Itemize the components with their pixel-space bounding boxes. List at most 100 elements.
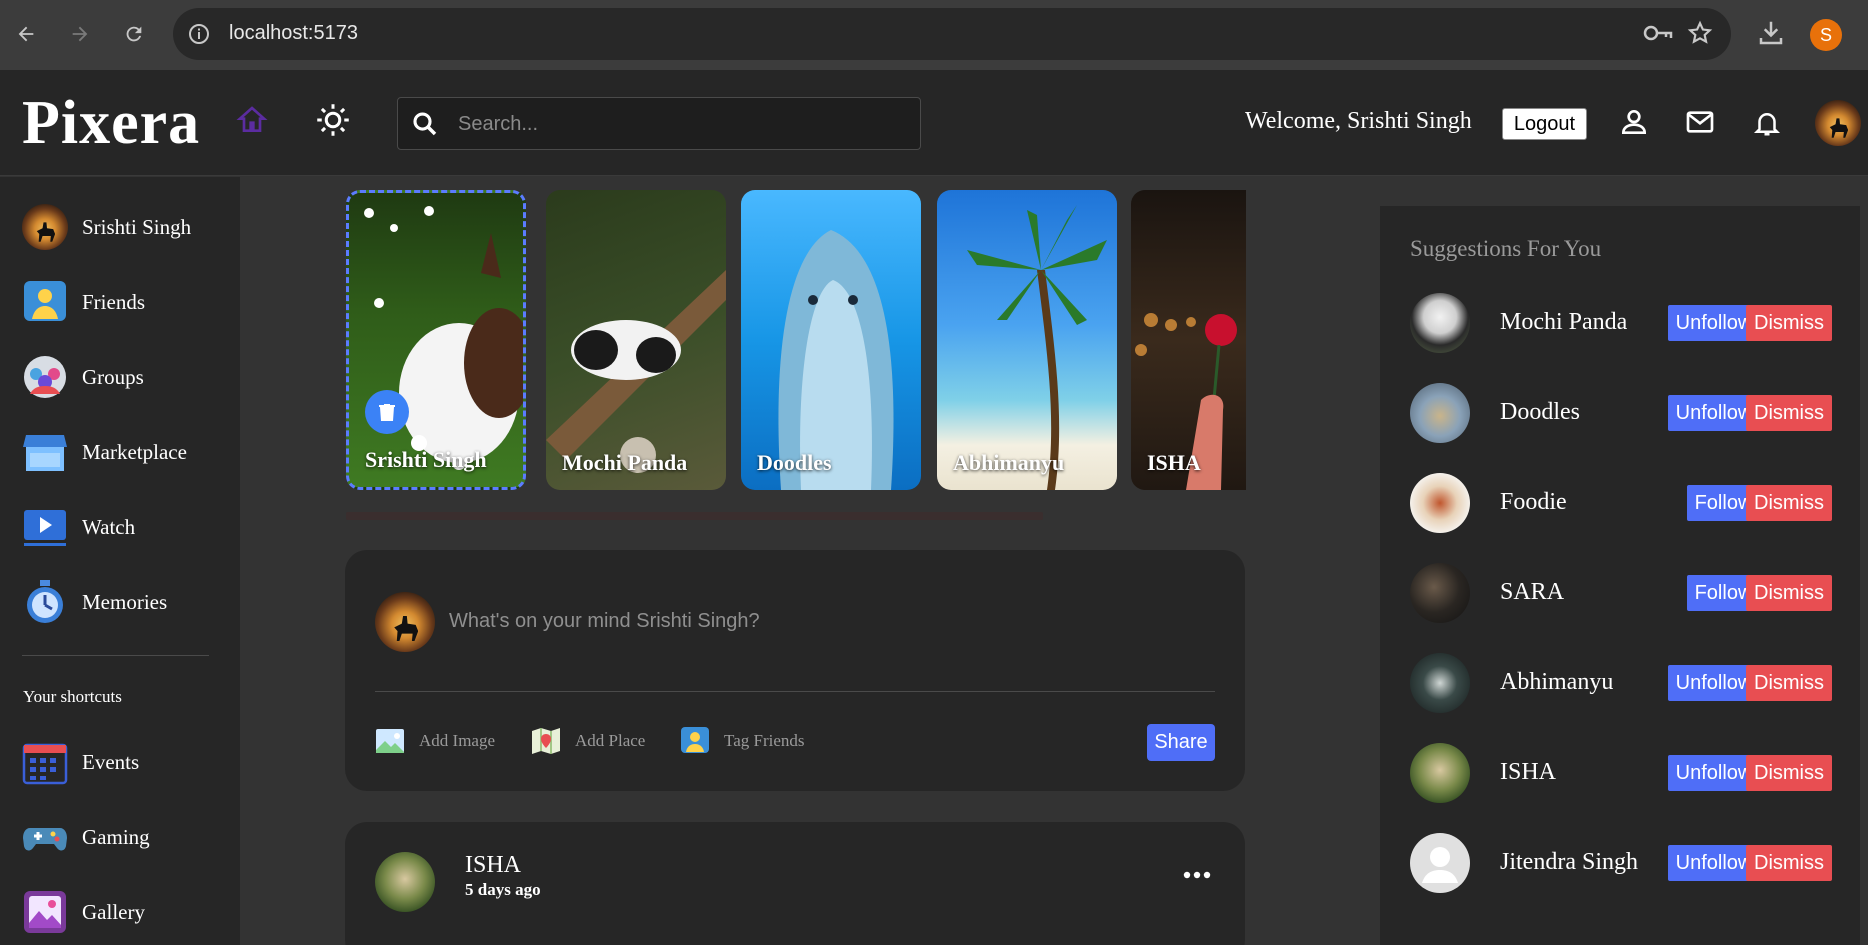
memories-icon xyxy=(27,580,63,623)
sidebar-item-events[interactable]: Events xyxy=(22,738,232,786)
suggestion-row: Mochi Panda Unfollow Dismiss xyxy=(1410,293,1840,355)
dismiss-button[interactable]: Dismiss xyxy=(1746,575,1832,611)
logout-button[interactable]: Logout xyxy=(1502,108,1587,140)
dismiss-button[interactable]: Dismiss xyxy=(1746,755,1832,791)
suggestion-row: Doodles Unfollow Dismiss xyxy=(1410,383,1840,445)
add-image-label: Add Image xyxy=(419,731,496,750)
sidebar-item-friends[interactable]: Friends xyxy=(22,278,232,326)
suggestion-row: Abhimanyu Unfollow Dismiss xyxy=(1410,653,1840,715)
image-icon xyxy=(376,729,404,753)
suggestion-name[interactable]: Abhimanyu xyxy=(1500,669,1613,696)
profile-icon[interactable] xyxy=(1618,106,1650,143)
mail-icon[interactable] xyxy=(1683,106,1717,143)
suggestion-name[interactable]: Doodles xyxy=(1500,399,1580,426)
reload-icon[interactable] xyxy=(117,17,151,51)
left-sidebar: Srishti Singh Friends Groups Marketplace… xyxy=(0,177,240,945)
add-place-button[interactable]: Add Place xyxy=(531,726,645,756)
suggestion-avatar[interactable] xyxy=(1410,563,1470,623)
sidebar-item-gallery[interactable]: Gallery xyxy=(22,888,232,936)
sidebar-divider xyxy=(22,655,209,656)
user-avatar-icon xyxy=(22,204,68,250)
map-icon xyxy=(532,728,560,754)
dismiss-button[interactable]: Dismiss xyxy=(1746,395,1832,431)
suggestion-avatar[interactable] xyxy=(1410,743,1470,803)
url-text[interactable]: localhost:5173 xyxy=(229,22,358,45)
search-input[interactable] xyxy=(458,108,898,140)
story-card[interactable]: Mochi Panda xyxy=(546,190,726,490)
bookmark-star-icon[interactable] xyxy=(1687,20,1713,51)
story-card[interactable]: Abhimanyu xyxy=(937,190,1117,490)
default-avatar-icon[interactable] xyxy=(1410,833,1470,893)
suggestion-avatar[interactable] xyxy=(1410,293,1470,353)
post-author-avatar[interactable] xyxy=(375,852,435,912)
home-icon[interactable] xyxy=(236,104,268,141)
notifications-bell-icon[interactable] xyxy=(1752,106,1782,145)
calendar-icon xyxy=(22,743,68,785)
sidebar-item-marketplace[interactable]: Marketplace xyxy=(22,428,232,476)
story-image xyxy=(967,205,1107,490)
tag-friends-button[interactable]: Tag Friends xyxy=(680,726,805,756)
suggestion-row: Foodie Follow Dismiss xyxy=(1410,473,1840,535)
search-icon[interactable] xyxy=(410,109,440,144)
sidebar-item-label: Marketplace xyxy=(82,439,187,464)
stories-strip: Srishti Singh Mochi Panda Doodles Abhima… xyxy=(346,190,1246,496)
sidebar-item-label: Friends xyxy=(82,289,145,314)
delete-story-icon[interactable] xyxy=(365,390,409,434)
gamepad-icon xyxy=(23,828,67,851)
app-header: Pixera Welcome, Srishti Singh Logout xyxy=(0,70,1868,176)
sidebar-item-label: Memories xyxy=(82,589,168,614)
shortcuts-heading: Your shortcuts xyxy=(23,687,122,706)
story-name: Srishti Singh xyxy=(365,447,487,472)
forward-icon[interactable] xyxy=(63,17,97,51)
post-composer: Add Image Add Place Tag Friends Share xyxy=(345,550,1245,791)
more-options-icon[interactable] xyxy=(1183,867,1211,885)
gallery-icon xyxy=(24,891,66,933)
dismiss-button[interactable]: Dismiss xyxy=(1746,665,1832,701)
sidebar-item-memories[interactable]: Memories xyxy=(22,578,232,626)
dismiss-button[interactable]: Dismiss xyxy=(1746,845,1832,881)
friends-icon xyxy=(24,281,66,321)
suggestion-avatar[interactable] xyxy=(1410,383,1470,443)
share-button[interactable]: Share xyxy=(1147,724,1215,761)
add-image-button[interactable]: Add Image xyxy=(375,726,495,756)
back-icon[interactable] xyxy=(9,17,43,51)
story-card-mine[interactable]: Srishti Singh xyxy=(346,190,526,490)
password-key-icon[interactable] xyxy=(1643,21,1673,50)
search-box xyxy=(397,97,921,150)
post-input[interactable] xyxy=(449,605,1169,637)
app-logo[interactable]: Pixera xyxy=(22,88,200,159)
watch-icon xyxy=(24,510,66,546)
sidebar-item-gaming[interactable]: Gaming xyxy=(22,813,232,861)
story-card[interactable]: ISHA xyxy=(1131,190,1246,490)
suggestion-name[interactable]: SARA xyxy=(1500,579,1564,606)
dismiss-button[interactable]: Dismiss xyxy=(1746,485,1832,521)
suggestion-name[interactable]: Foodie xyxy=(1500,489,1567,516)
site-info-icon[interactable] xyxy=(187,22,211,51)
sidebar-item-groups[interactable]: Groups xyxy=(22,353,232,401)
stories-scrollbar[interactable] xyxy=(346,512,1043,520)
suggestion-avatar[interactable] xyxy=(1410,473,1470,533)
sidebar-item-label: Gaming xyxy=(82,824,150,849)
suggestions-panel: Suggestions For You Mochi Panda Unfollow… xyxy=(1380,206,1860,945)
dismiss-button[interactable]: Dismiss xyxy=(1746,305,1832,341)
address-bar[interactable]: localhost:5173 xyxy=(173,8,1731,60)
story-name: ISHA xyxy=(1147,450,1201,475)
suggestion-row: ISHA Unfollow Dismiss xyxy=(1410,743,1840,805)
suggestion-name[interactable]: ISHA xyxy=(1500,759,1556,786)
story-name: Mochi Panda xyxy=(562,450,688,475)
browser-profile-avatar[interactable]: S xyxy=(1810,19,1842,51)
suggestion-name[interactable]: Jitendra Singh xyxy=(1500,849,1638,876)
story-card[interactable]: Doodles xyxy=(741,190,921,490)
composer-divider xyxy=(375,691,1215,692)
post-author-name[interactable]: ISHA xyxy=(465,852,521,879)
theme-toggle-icon[interactable] xyxy=(315,102,351,143)
user-avatar[interactable] xyxy=(1815,100,1861,146)
suggestion-avatar[interactable] xyxy=(1410,653,1470,713)
sidebar-item-label: Gallery xyxy=(82,899,145,924)
sidebar-item-watch[interactable]: Watch xyxy=(22,503,232,551)
suggestion-name[interactable]: Mochi Panda xyxy=(1500,309,1627,336)
sidebar-item-profile[interactable]: Srishti Singh xyxy=(22,203,232,251)
sidebar-item-label: Groups xyxy=(82,364,144,389)
download-icon[interactable] xyxy=(1756,18,1786,53)
sidebar-item-label: Srishti Singh xyxy=(82,214,192,239)
